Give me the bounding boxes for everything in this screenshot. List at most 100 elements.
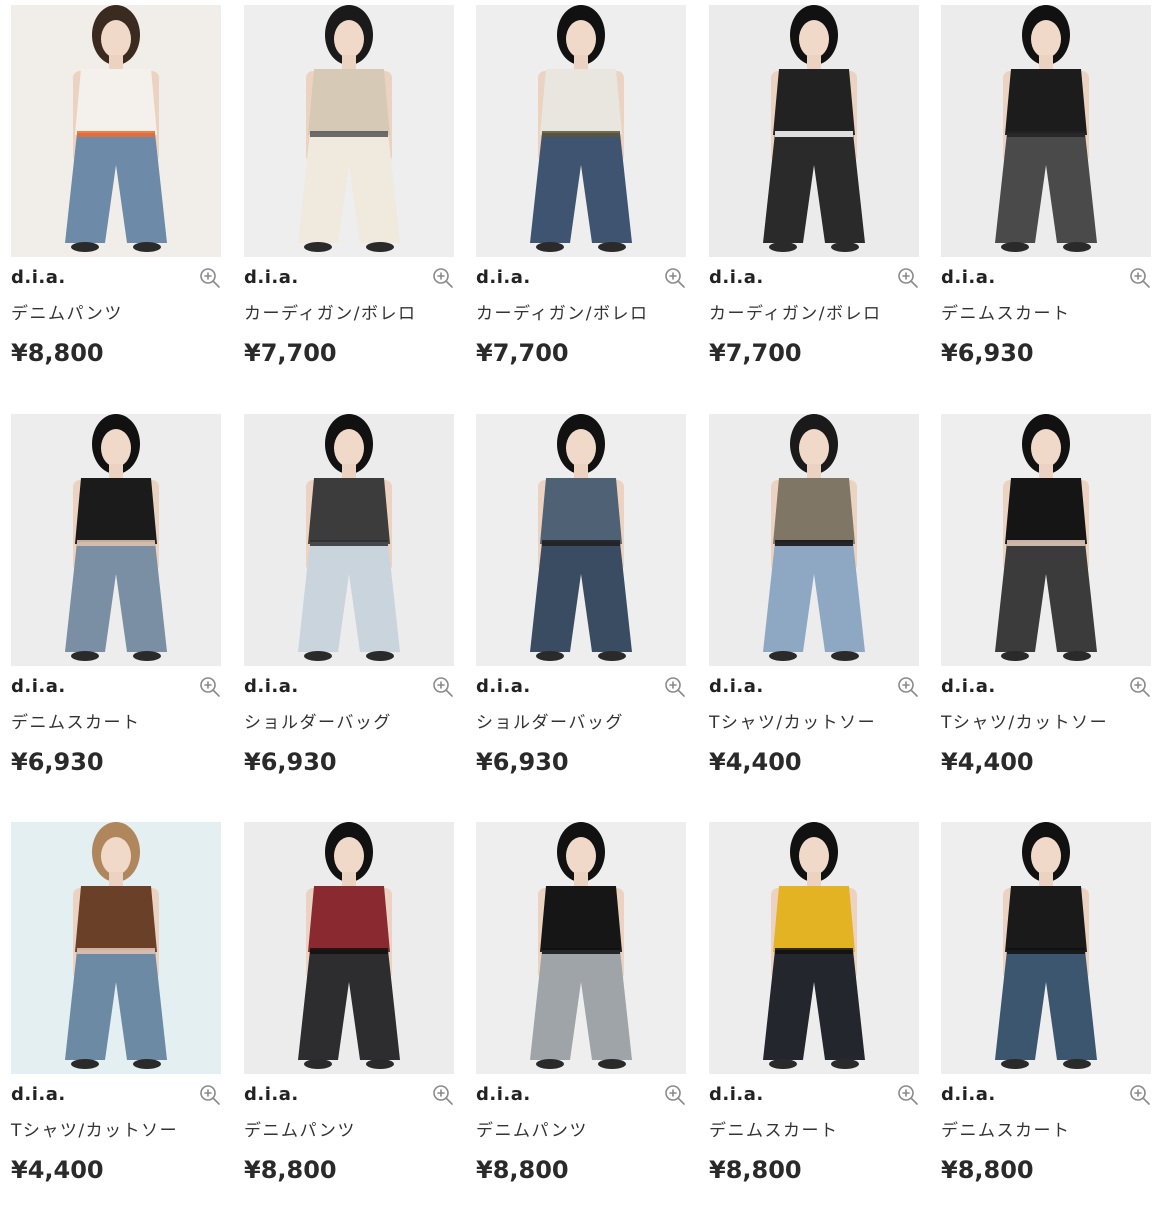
product-card[interactable]: d.i.a. デニムパンツ ¥8,800 [244, 822, 454, 1202]
product-photo-illustration [11, 822, 221, 1074]
product-category[interactable]: ショルダーバッグ [476, 708, 624, 733]
product-card[interactable]: d.i.a. デニムスカート ¥6,930 [11, 414, 221, 794]
zoom-in-icon[interactable] [664, 267, 686, 289]
zoom-in-icon[interactable] [432, 267, 454, 289]
product-card[interactable]: d.i.a. Tシャツ/カットソー ¥4,400 [11, 822, 221, 1202]
product-image[interactable] [709, 414, 919, 666]
product-image[interactable] [11, 414, 221, 666]
product-image[interactable] [941, 5, 1151, 257]
product-image[interactable] [476, 822, 686, 1074]
zoom-in-icon[interactable] [1129, 1084, 1151, 1106]
product-price: ¥7,700 [244, 339, 337, 367]
brand-name[interactable]: d.i.a. [476, 676, 531, 697]
product-image[interactable] [244, 414, 454, 666]
product-image[interactable] [244, 822, 454, 1074]
brand-name[interactable]: d.i.a. [709, 1084, 764, 1105]
product-image[interactable] [244, 5, 454, 257]
product-card[interactable]: d.i.a. デニムパンツ ¥8,800 [476, 822, 686, 1202]
brand-name[interactable]: d.i.a. [941, 1084, 996, 1105]
product-photo-illustration [476, 5, 686, 257]
product-photo-illustration [709, 5, 919, 257]
product-photo-illustration [941, 5, 1151, 257]
product-image[interactable] [476, 414, 686, 666]
product-category[interactable]: カーディガン/ボレロ [244, 299, 417, 324]
product-category[interactable]: デニムパンツ [476, 1116, 588, 1141]
product-photo-illustration [941, 414, 1151, 666]
product-price: ¥7,700 [476, 339, 569, 367]
product-image[interactable] [941, 414, 1151, 666]
product-photo-illustration [709, 414, 919, 666]
product-price: ¥6,930 [11, 748, 104, 776]
product-category[interactable]: デニムスカート [709, 1116, 839, 1141]
product-category[interactable]: デニムスカート [11, 708, 141, 733]
brand-name[interactable]: d.i.a. [244, 267, 299, 288]
product-category[interactable]: デニムスカート [941, 1116, 1071, 1141]
product-price: ¥8,800 [476, 1156, 569, 1184]
product-price: ¥4,400 [11, 1156, 104, 1184]
product-photo-illustration [709, 822, 919, 1074]
product-card[interactable]: d.i.a. カーディガン/ボレロ ¥7,700 [476, 5, 686, 385]
zoom-in-icon[interactable] [897, 676, 919, 698]
brand-name[interactable]: d.i.a. [476, 1084, 531, 1105]
product-category[interactable]: カーディガン/ボレロ [476, 299, 649, 324]
product-photo-illustration [244, 414, 454, 666]
product-card[interactable]: d.i.a. デニムスカート ¥8,800 [941, 822, 1151, 1202]
product-category[interactable]: Tシャツ/カットソー [709, 708, 876, 733]
product-price: ¥6,930 [476, 748, 569, 776]
product-image[interactable] [11, 5, 221, 257]
zoom-in-icon[interactable] [897, 267, 919, 289]
brand-name[interactable]: d.i.a. [476, 267, 531, 288]
product-card[interactable]: d.i.a. デニムパンツ ¥8,800 [11, 5, 221, 385]
product-card[interactable]: d.i.a. デニムスカート ¥6,930 [941, 5, 1151, 385]
brand-name[interactable]: d.i.a. [244, 676, 299, 697]
product-price: ¥8,800 [11, 339, 104, 367]
product-image[interactable] [11, 822, 221, 1074]
zoom-in-icon[interactable] [1129, 676, 1151, 698]
product-image[interactable] [709, 5, 919, 257]
product-category[interactable]: Tシャツ/カットソー [11, 1116, 178, 1141]
product-category[interactable]: Tシャツ/カットソー [941, 708, 1108, 733]
product-image[interactable] [709, 822, 919, 1074]
zoom-in-icon[interactable] [199, 676, 221, 698]
product-image[interactable] [941, 822, 1151, 1074]
zoom-in-icon[interactable] [432, 1084, 454, 1106]
zoom-in-icon[interactable] [897, 1084, 919, 1106]
product-card[interactable]: d.i.a. デニムスカート ¥8,800 [709, 822, 919, 1202]
product-grid: d.i.a. デニムパンツ ¥8,800 d.i.a. カーディガン/ボレロ ¥7,700… [0, 0, 1168, 1219]
brand-name[interactable]: d.i.a. [244, 1084, 299, 1105]
zoom-in-icon[interactable] [432, 676, 454, 698]
product-price: ¥8,800 [244, 1156, 337, 1184]
brand-name[interactable]: d.i.a. [709, 267, 764, 288]
product-photo-illustration [11, 414, 221, 666]
product-price: ¥6,930 [941, 339, 1034, 367]
product-category[interactable]: デニムパンツ [244, 1116, 356, 1141]
brand-name[interactable]: d.i.a. [941, 676, 996, 697]
product-price: ¥8,800 [709, 1156, 802, 1184]
product-photo-illustration [244, 822, 454, 1074]
product-card[interactable]: d.i.a. カーディガン/ボレロ ¥7,700 [709, 5, 919, 385]
product-card[interactable]: d.i.a. ショルダーバッグ ¥6,930 [244, 414, 454, 794]
zoom-in-icon[interactable] [199, 1084, 221, 1106]
product-card[interactable]: d.i.a. ショルダーバッグ ¥6,930 [476, 414, 686, 794]
product-category[interactable]: ショルダーバッグ [244, 708, 392, 733]
product-photo-illustration [941, 822, 1151, 1074]
product-price: ¥4,400 [941, 748, 1034, 776]
product-card[interactable]: d.i.a. Tシャツ/カットソー ¥4,400 [941, 414, 1151, 794]
product-category[interactable]: カーディガン/ボレロ [709, 299, 882, 324]
brand-name[interactable]: d.i.a. [941, 267, 996, 288]
brand-name[interactable]: d.i.a. [11, 676, 66, 697]
product-category[interactable]: デニムパンツ [11, 299, 123, 324]
zoom-in-icon[interactable] [1129, 267, 1151, 289]
product-price: ¥8,800 [941, 1156, 1034, 1184]
zoom-in-icon[interactable] [664, 1084, 686, 1106]
product-image[interactable] [476, 5, 686, 257]
product-price: ¥4,400 [709, 748, 802, 776]
product-card[interactable]: d.i.a. カーディガン/ボレロ ¥7,700 [244, 5, 454, 385]
brand-name[interactable]: d.i.a. [11, 1084, 66, 1105]
product-card[interactable]: d.i.a. Tシャツ/カットソー ¥4,400 [709, 414, 919, 794]
brand-name[interactable]: d.i.a. [709, 676, 764, 697]
brand-name[interactable]: d.i.a. [11, 267, 66, 288]
zoom-in-icon[interactable] [664, 676, 686, 698]
zoom-in-icon[interactable] [199, 267, 221, 289]
product-category[interactable]: デニムスカート [941, 299, 1071, 324]
